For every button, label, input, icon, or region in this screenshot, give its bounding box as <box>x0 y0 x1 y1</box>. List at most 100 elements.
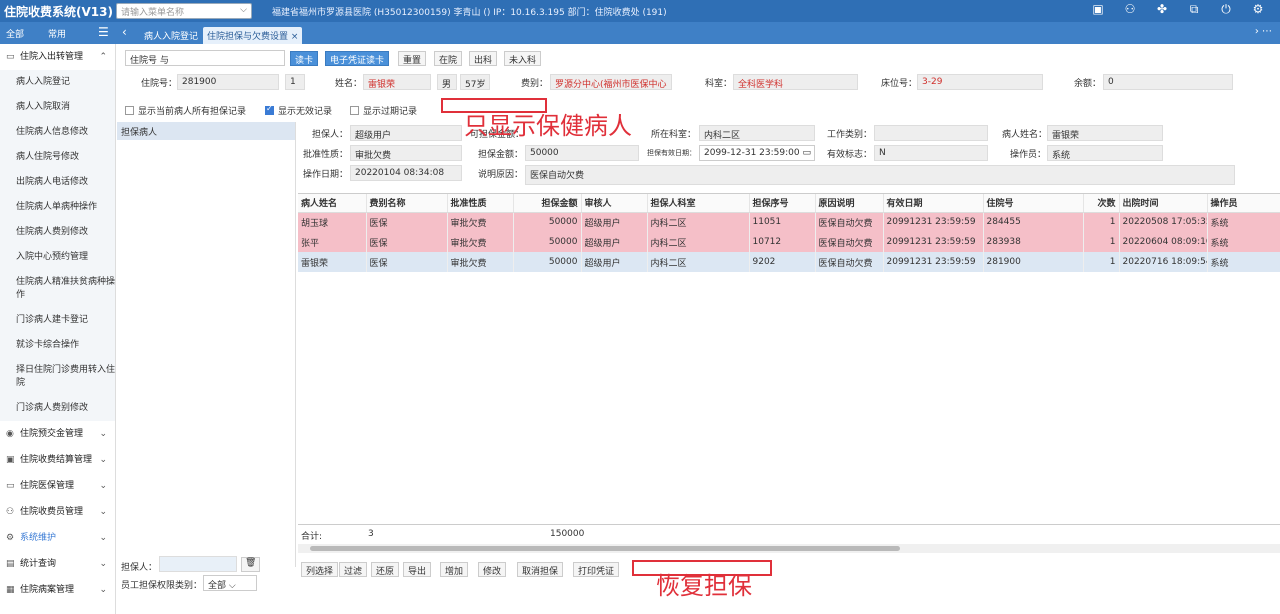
filter-button[interactable]: 过滤 <box>339 562 368 577</box>
in-hospital-button[interactable]: 在院 <box>434 51 463 66</box>
checkbox[interactable] <box>350 106 359 115</box>
horizontal-scrollbar[interactable] <box>298 544 1280 553</box>
col-header[interactable]: 批准性质 <box>447 194 514 213</box>
read-card-button[interactable]: 读卡 <box>290 51 319 66</box>
col-header[interactable]: 有效日期 <box>883 194 984 213</box>
sidebar-item[interactable]: 住院病人精准扶贫病种操作 <box>0 270 115 308</box>
out-dept-button[interactable]: 出科 <box>469 51 498 66</box>
sidebar-section-stats[interactable]: ▤ 统计查询 ⌄ <box>0 551 115 577</box>
col-header[interactable]: 住院号 <box>983 194 1084 213</box>
col-header[interactable]: 次数 <box>1083 194 1120 213</box>
sidebar-item[interactable]: 住院病人单病种操作 <box>0 195 115 220</box>
table-cell: 10712 <box>749 232 816 252</box>
sidebar-item[interactable]: 病人住院号修改 <box>0 145 115 170</box>
sidebar-item[interactable]: 就诊卡综合操作 <box>0 333 115 358</box>
balance-field: 0 <box>1103 74 1233 90</box>
label-guarantor-filter: 担保人： <box>121 563 158 573</box>
sidebar-item[interactable]: 出院病人电话修改 <box>0 170 115 195</box>
opt-all-records[interactable]: 显示当前病人所有担保记录 <box>125 104 246 117</box>
col-header[interactable]: 担保人科室 <box>647 194 750 213</box>
scrollbar-thumb[interactable] <box>310 546 900 551</box>
app-title: 住院收费系统(V13) <box>4 5 113 19</box>
sidebar-submenu: 病人入院登记 病人入院取消 住院病人信息修改 病人住院号修改 出院病人电话修改 … <box>0 70 115 421</box>
export-button[interactable]: 导出 <box>403 562 432 577</box>
sidebar-section-cashier[interactable]: ⚇ 住院收费员管理 ⌄ <box>0 499 115 525</box>
sidebar-section-records[interactable]: ▦ 住院病案管理 ⌄ <box>0 577 115 603</box>
sidebar-item[interactable]: 门诊病人费别修改 <box>0 396 115 421</box>
sidebar-item[interactable]: 入院中心预约管理 <box>0 245 115 270</box>
col-header[interactable]: 操作员 <box>1207 194 1280 213</box>
sidebar-item[interactable]: 病人入院取消 <box>0 95 115 120</box>
table-row[interactable]: 胡玉球 医保 审批欠费 50000 超级用户 内科二区 11051 医保自动欠费… <box>298 212 1280 232</box>
expire-date-picker[interactable]: 2099-12-31 23:59:00 ▭ <box>699 145 815 161</box>
opt-expired-records[interactable]: 显示过期记录 <box>350 104 417 117</box>
tab-common[interactable]: 常用 <box>48 27 66 40</box>
sidebar-section-system[interactable]: ⚙ 系统维护 ⌄ <box>0 525 115 551</box>
work-type-field <box>874 125 988 141</box>
trash-icon[interactable]: 🗑 <box>241 557 261 572</box>
reset-button[interactable]: 重置 <box>398 51 427 66</box>
table-cell: 内科二区 <box>647 252 750 272</box>
sidebar-item[interactable]: 门诊病人建卡登记 <box>0 308 115 333</box>
sidebar-section-insurance[interactable]: ▭ 住院医保管理 ⌄ <box>0 473 115 499</box>
sidebar-item[interactable]: 择日住院门诊费用转入住院 <box>0 358 115 396</box>
power-icon[interactable]: ⏻ <box>1210 2 1242 17</box>
table-cell: 医保自动欠费 <box>815 232 884 252</box>
table-cell: 50000 <box>513 232 582 252</box>
tab-admission[interactable]: 病人入院登记 <box>140 27 202 44</box>
chevron-left-icon[interactable]: ‹ <box>122 25 127 39</box>
list-item-guaranteed-patients[interactable]: 担保病人 <box>117 122 295 140</box>
col-header[interactable]: 原因说明 <box>815 194 884 213</box>
col-header[interactable]: 担保序号 <box>749 194 816 213</box>
not-in-dept-button[interactable]: 未入科 <box>504 51 542 66</box>
add-button[interactable]: 增加 <box>440 562 469 577</box>
guarantor-filter-input[interactable] <box>159 556 237 572</box>
label-bed: 床位号： <box>881 79 918 89</box>
table-cell: 内科二区 <box>647 212 750 232</box>
ecard-read-button[interactable]: 电子凭证读卡 <box>325 51 390 66</box>
label-operator: 操作员： <box>1010 150 1047 160</box>
calendar-icon[interactable]: ▭ <box>802 148 811 158</box>
more-icon[interactable]: › ⋯ <box>1255 26 1272 37</box>
table-row[interactable]: 张平 医保 审批欠费 50000 超级用户 内科二区 10712 医保自动欠费 … <box>298 232 1280 252</box>
col-header[interactable]: 费别名称 <box>366 194 448 213</box>
chevron-down-icon[interactable]: ⌵ <box>240 5 247 15</box>
tab-guarantee[interactable]: 住院担保与欠费设置 × <box>203 27 303 44</box>
sidebar-section-settle[interactable]: ▣ 住院收费结算管理 ⌄ <box>0 447 115 473</box>
table-cell: 1 <box>1083 232 1120 252</box>
checkbox[interactable] <box>125 106 134 115</box>
menu-search-input[interactable]: 请输入菜单名称 ⌵ <box>116 3 252 19</box>
checkbox-checked[interactable] <box>265 104 274 115</box>
restore-button[interactable]: 还原 <box>371 562 400 577</box>
perm-type-select[interactable]: 全部 ⌵ <box>203 575 257 591</box>
column-select-button[interactable]: 列选择 <box>301 562 339 577</box>
op-date-field: 20220104 08:34:08 <box>350 165 462 181</box>
cancel-guarantee-button[interactable]: 取消担保 <box>517 562 564 577</box>
col-header[interactable]: 担保金额 <box>513 194 582 213</box>
user-icon[interactable]: ⚇ <box>1114 2 1146 17</box>
close-icon[interactable]: × <box>291 32 299 42</box>
tab-all[interactable]: 全部 <box>6 27 24 40</box>
col-header[interactable]: 病人姓名 <box>298 194 367 213</box>
opt-invalid-records[interactable]: 显示无效记录 <box>265 104 332 117</box>
print-voucher-button[interactable]: 打印凭证 <box>573 562 620 577</box>
sidebar-item[interactable]: 住院病人费别修改 <box>0 220 115 245</box>
sidebar-section-inout[interactable]: ▭ 住院入出转管理 ⌃ <box>0 44 115 70</box>
sidebar-section-prepay[interactable]: ◉ 住院预交金管理 ⌄ <box>0 421 115 447</box>
col-header[interactable]: 出院时间 <box>1119 194 1208 213</box>
table-row[interactable]: 雷银荣 医保 审批欠费 50000 超级用户 内科二区 9202 医保自动欠费 … <box>298 252 1280 272</box>
settings-icon[interactable]: ✤ <box>1146 2 1178 17</box>
search-type-select[interactable]: 住院号 与 <box>125 50 285 66</box>
bottom-filter-panel: 担保人： 🗑 员工担保权限类别： 全部 ⌵ <box>117 554 296 614</box>
screen-icon[interactable]: ▣ <box>1082 2 1114 17</box>
edit-button[interactable]: 修改 <box>478 562 507 577</box>
table-header-row: 病人姓名 费别名称 批准性质 担保金额 审核人 担保人科室 担保序号 原因说明 … <box>298 194 1280 213</box>
sidebar-item[interactable]: 病人入院登记 <box>0 70 115 95</box>
window-icon[interactable]: ⧉ <box>1178 2 1210 17</box>
col-header[interactable]: 审核人 <box>581 194 648 213</box>
sidebar-item[interactable]: 住院病人信息修改 <box>0 120 115 145</box>
table-cell: 雷银荣 <box>298 252 367 272</box>
table-cell: 超级用户 <box>581 212 648 232</box>
gear-icon[interactable]: ⚙ <box>1242 2 1274 17</box>
menu-icon[interactable]: ☰ <box>98 25 109 39</box>
